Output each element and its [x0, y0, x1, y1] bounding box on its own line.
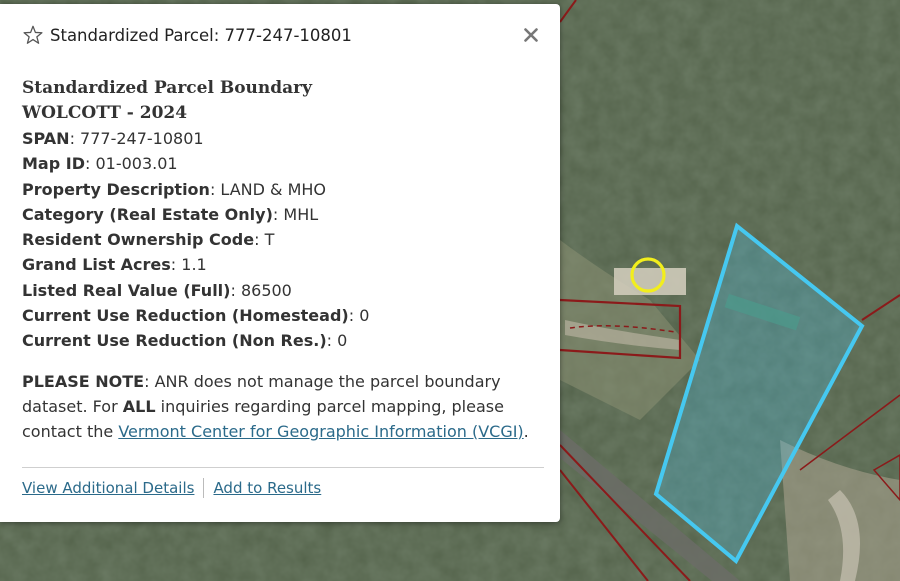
field-label: Category (Real Estate Only): [22, 204, 273, 224]
field-category: Category (Real Estate Only): MHL: [22, 204, 319, 224]
popup-content: Standardized Parcel Boundary WOLCOTT - 2…: [22, 76, 542, 444]
vcgi-link[interactable]: Vermont Center for Geographic Informatio…: [118, 422, 523, 441]
field-value: 777-247-10801: [80, 129, 204, 148]
layer-heading: Standardized Parcel Boundary: [22, 78, 312, 98]
field-value: LAND & MHO: [220, 179, 327, 199]
town-year-heading: WOLCOTT - 2024: [22, 103, 188, 123]
field-value: 0: [337, 331, 348, 351]
note-emphasis: ALL: [122, 396, 156, 416]
divider: [22, 467, 544, 468]
note-label: PLEASE NOTE: [22, 371, 145, 391]
field-value: MHL: [283, 204, 319, 224]
add-to-results-link[interactable]: Add to Results: [213, 479, 321, 497]
star-outline-icon[interactable]: [22, 24, 44, 46]
field-span: SPAN: 777-247-10801: [22, 129, 204, 148]
field-value: 01-003.01: [95, 154, 178, 174]
note-end: .: [523, 421, 529, 441]
disclaimer-note: PLEASE NOTE: ANR does not manage the par…: [22, 369, 542, 444]
actions-separator: [203, 478, 205, 498]
parcel-popup: Standardized Parcel: 777-247-10801 Stand…: [0, 4, 560, 522]
field-current-use-nonres: Current Use Reduction (Non Res.): 0: [22, 331, 348, 351]
popup-title: Standardized Parcel: 777-247-10801: [50, 25, 352, 45]
field-grand-list-acres: Grand List Acres: 1.1: [22, 255, 207, 275]
field-property-description: Property Description: LAND & MHO: [22, 179, 327, 199]
field-label: Map ID: [22, 154, 85, 174]
field-value: T: [264, 230, 275, 250]
view-additional-details-link[interactable]: View Additional Details: [22, 479, 194, 497]
field-label: SPAN: [22, 129, 70, 148]
field-listed-real-value: Listed Real Value (Full): 86500: [22, 280, 292, 300]
field-label: Listed Real Value (Full): [22, 280, 231, 300]
popup-header: Standardized Parcel: 777-247-10801: [22, 20, 544, 50]
field-label: Resident Ownership Code: [22, 230, 255, 250]
field-label: Grand List Acres: [22, 255, 171, 275]
field-current-use-homestead: Current Use Reduction (Homestead): 0: [22, 306, 370, 326]
popup-actions: View Additional Details Add to Results: [22, 478, 321, 498]
field-label: Current Use Reduction (Homestead): [22, 306, 349, 326]
field-label: Property Description: [22, 179, 210, 199]
close-button[interactable]: [518, 22, 544, 48]
field-map-id: Map ID: 01-003.01: [22, 154, 178, 174]
field-label: Current Use Reduction (Non Res.): [22, 331, 327, 351]
field-value: 1.1: [181, 255, 207, 275]
field-resident-ownership-code: Resident Ownership Code: T: [22, 230, 275, 250]
field-value: 0: [359, 306, 370, 326]
field-value: 86500: [240, 280, 292, 300]
close-icon: [524, 28, 538, 42]
